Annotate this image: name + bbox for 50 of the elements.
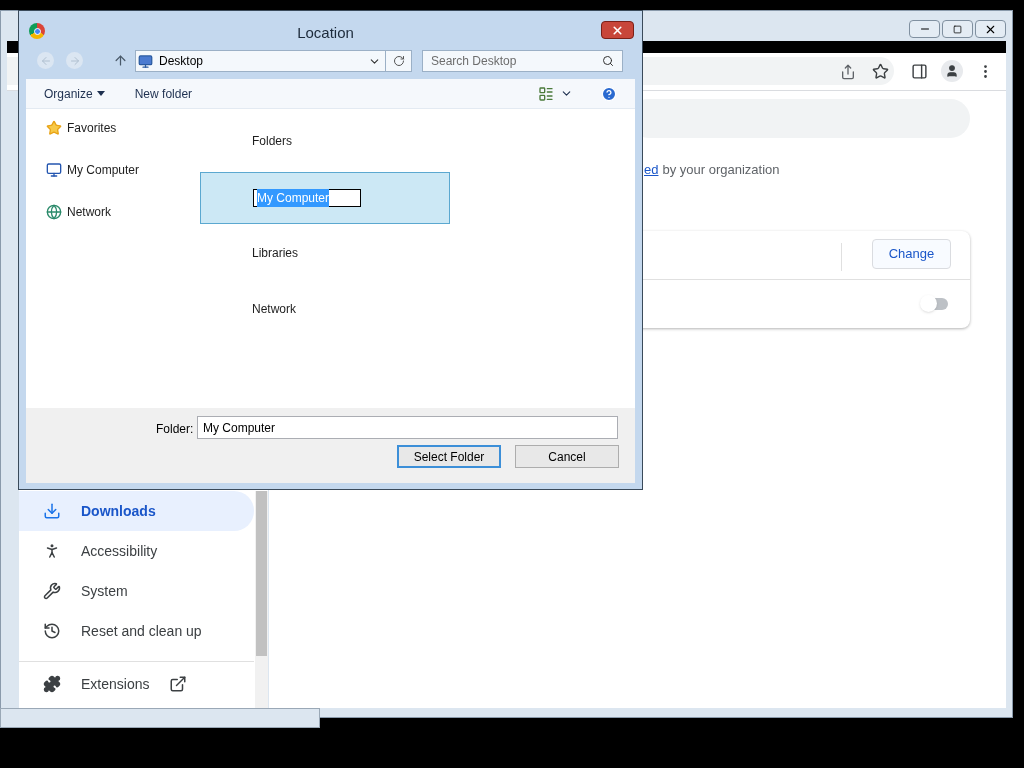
external-link-icon — [169, 675, 188, 693]
minimize-button[interactable] — [909, 20, 940, 38]
globe-icon — [46, 204, 62, 220]
new-folder-button[interactable]: New folder — [134, 84, 193, 103]
nav-pane-item[interactable]: Favorites — [46, 119, 140, 137]
computer-icon — [46, 162, 62, 178]
folder-input[interactable]: My Computer — [197, 416, 618, 439]
star-icon — [46, 120, 62, 136]
maximize-icon — [953, 24, 962, 34]
search-icon — [602, 55, 614, 67]
org-notice-text: by your organization — [662, 161, 780, 179]
sidebar-icon — [43, 582, 61, 600]
monitor-icon — [138, 53, 153, 69]
sidebar-item[interactable]: Downloads — [19, 491, 254, 531]
sidebar-item[interactable]: Accessibility — [19, 531, 254, 571]
sidebar-icon — [43, 622, 61, 640]
close-icon — [611, 23, 624, 37]
sidebar-item[interactable]: System — [19, 571, 254, 611]
scrollbar[interactable] — [255, 491, 268, 708]
share-icon[interactable] — [840, 64, 856, 80]
refresh-icon — [392, 55, 405, 67]
puzzle-icon — [43, 675, 61, 693]
window-title: Location — [296, 23, 355, 43]
notice-link[interactable]: ed — [644, 160, 659, 180]
close-button[interactable] — [601, 21, 634, 39]
app-logo-icon — [29, 23, 45, 39]
nav-pane-item[interactable]: My Computer — [46, 161, 140, 179]
help-icon[interactable] — [601, 85, 617, 102]
folder-item[interactable]: Libraries — [200, 243, 450, 263]
search-field[interactable]: Search Desktop — [422, 50, 623, 72]
toggle-switch[interactable] — [922, 298, 948, 310]
bookmark-star-icon[interactable] — [872, 63, 889, 80]
sidebar-item[interactable]: Reset and clean up — [19, 611, 254, 651]
change-button[interactable]: Change — [872, 239, 951, 269]
forward-arrow-icon — [68, 54, 81, 67]
view-options-icon[interactable] — [538, 85, 554, 102]
address-bar[interactable]: Desktop — [135, 50, 412, 72]
sidebar-icon — [43, 502, 61, 520]
folder-item[interactable]: Network — [200, 299, 450, 319]
folder-label: Folder: — [156, 421, 194, 438]
profile-avatar[interactable] — [941, 60, 963, 82]
back-arrow-icon — [39, 54, 52, 67]
folder-item[interactable]: Folders — [200, 131, 450, 151]
dialog-button[interactable]: Cancel — [515, 445, 619, 468]
dialog-button[interactable]: Select Folder — [397, 445, 501, 468]
nav-pane-item[interactable]: Network — [46, 203, 140, 221]
organize-menu[interactable]: Organize — [44, 84, 105, 103]
sidebar-item[interactable]: Extensions — [19, 662, 254, 706]
close-button[interactable] — [975, 20, 1006, 38]
side-panel-icon[interactable] — [911, 63, 928, 80]
